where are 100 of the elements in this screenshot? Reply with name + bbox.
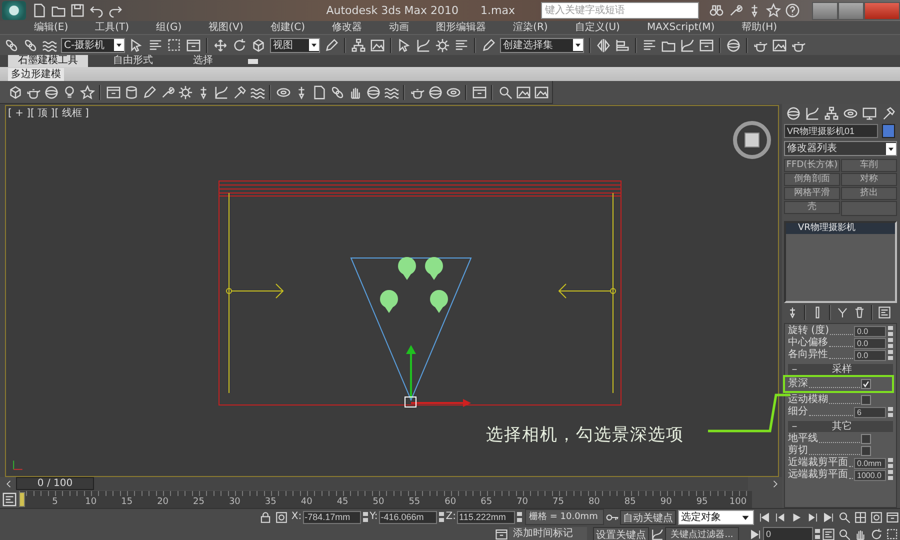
gear-icon[interactable] <box>178 84 192 100</box>
set-key-button[interactable]: 设置关键点 <box>593 526 649 540</box>
value-field[interactable]: 0.0 <box>854 338 886 348</box>
menu-item[interactable]: 视图(V) <box>208 21 244 34</box>
time-slider-thumb[interactable]: 0 / 100 <box>16 477 94 490</box>
crosshair-icon[interactable] <box>870 510 882 524</box>
rotate-icon[interactable] <box>870 528 882 540</box>
object-name-field[interactable]: VR物理摄影机01 <box>784 124 878 138</box>
value-field[interactable]: 0.0mm <box>854 458 886 468</box>
binoculars-icon[interactable] <box>709 3 724 18</box>
maximize-button[interactable] <box>838 2 864 20</box>
list-icon[interactable] <box>148 38 163 52</box>
window-icon[interactable] <box>886 510 898 524</box>
picture-frame-icon[interactable] <box>772 38 787 52</box>
value-field[interactable]: 1000.0 <box>854 470 886 480</box>
menu-item[interactable]: 渲染(R) <box>513 21 548 34</box>
checkbox[interactable] <box>861 446 871 456</box>
fork-icon[interactable] <box>836 306 849 318</box>
sphere-icon[interactable] <box>726 38 741 52</box>
modifier-list-dropdown[interactable]: 修改器列表 <box>784 141 897 156</box>
sphere-icon[interactable] <box>786 106 801 120</box>
modifier-button[interactable]: 倒角剖面 <box>784 173 840 186</box>
ribbon-toggle-button[interactable] <box>248 59 258 64</box>
gear-icon[interactable] <box>435 38 450 52</box>
picture-frame-icon[interactable] <box>516 84 530 100</box>
hammer-icon[interactable] <box>232 84 246 100</box>
move-icon[interactable] <box>213 38 228 52</box>
curve-icon[interactable] <box>650 528 664 540</box>
pointer-icon[interactable] <box>129 38 144 52</box>
cube-icon[interactable] <box>8 84 22 100</box>
coordinate-field[interactable]: -784.17mm <box>302 510 361 524</box>
window-icon[interactable] <box>106 84 120 100</box>
cylinder-icon[interactable] <box>124 84 138 100</box>
hierarchy-icon[interactable] <box>824 106 839 120</box>
modifier-button[interactable]: 挤出 <box>841 187 897 200</box>
hammer-icon[interactable] <box>881 106 896 120</box>
pen-icon[interactable] <box>324 38 339 52</box>
value-field[interactable]: 0.0 <box>854 326 886 336</box>
curve-icon[interactable] <box>805 106 820 120</box>
modifier-button[interactable]: 网格平滑 <box>784 187 840 200</box>
key-filters-button[interactable]: 关键点过滤器... <box>665 526 739 540</box>
value-field[interactable]: 0.0 <box>854 350 886 360</box>
spinner-arrows-icon[interactable] <box>517 512 522 522</box>
ribbon-tab[interactable]: 选择 <box>168 55 238 67</box>
sphere-icon[interactable] <box>366 84 380 100</box>
spinner-arrows-icon[interactable] <box>888 407 893 417</box>
spinner-arrows-icon[interactable] <box>815 529 820 539</box>
dashed-rectangle-icon[interactable] <box>167 38 182 52</box>
curve-icon[interactable] <box>680 38 695 52</box>
frame-field[interactable]: 0 <box>763 526 813 540</box>
window-icon[interactable] <box>472 84 486 100</box>
config-icon[interactable] <box>2 492 17 506</box>
coordinate-field[interactable]: -416.066m <box>378 510 437 524</box>
search-field[interactable]: 键入关键字或短语 <box>541 2 699 19</box>
ribbon-tab[interactable]: 石墨建模工具 <box>8 55 88 67</box>
help-icon[interactable] <box>785 3 800 18</box>
star-icon[interactable] <box>766 3 781 18</box>
config-icon[interactable] <box>822 528 834 540</box>
auto-key-button[interactable]: 自动关键点 <box>620 510 676 524</box>
viewport[interactable]: [ + ][ 顶 ][ 线框 ] 选择相机，勾选景深选项 <box>5 105 779 477</box>
menu-item[interactable]: 图形编辑器 <box>436 21 486 34</box>
link-icon[interactable] <box>4 38 19 52</box>
panel-tab[interactable]: 多边形建模 <box>8 68 64 81</box>
list-icon[interactable] <box>642 38 657 52</box>
stack-item[interactable]: VR物理摄影机 <box>786 223 895 234</box>
window-icon[interactable] <box>494 528 508 540</box>
modifier-button[interactable]: 对称 <box>841 173 897 186</box>
link-icon[interactable] <box>23 38 38 52</box>
checkbox[interactable] <box>861 434 871 444</box>
menu-item[interactable]: 帮助(H) <box>742 21 778 34</box>
star-icon[interactable] <box>80 84 94 100</box>
spinner-arrows-icon[interactable] <box>438 512 444 522</box>
viewport-label[interactable]: [ + ][ 顶 ][ 线框 ] <box>8 106 89 120</box>
checkbox[interactable] <box>861 379 871 389</box>
rotate-icon[interactable] <box>232 38 247 52</box>
modifier-button[interactable]: FFD(长方体) <box>784 159 840 172</box>
document-icon[interactable] <box>32 3 47 18</box>
viewcube-icon[interactable] <box>732 120 772 160</box>
add-time-tag-button[interactable]: 添加时间标记 <box>509 527 587 540</box>
menu-item[interactable]: 动画 <box>389 21 410 34</box>
grid-icon[interactable] <box>854 510 866 524</box>
coordinate-field[interactable]: 115.222mm <box>457 510 515 524</box>
hierarchy-icon[interactable] <box>351 38 366 52</box>
modifier-button[interactable]: 车削 <box>841 159 897 172</box>
skip-end-icon[interactable] <box>822 510 834 524</box>
mirror-icon[interactable] <box>596 38 611 52</box>
config-icon[interactable] <box>878 306 891 318</box>
menu-item[interactable]: 编辑(E) <box>34 21 68 34</box>
time-slider-track[interactable]: 0 / 100 <box>16 477 748 490</box>
curve-icon[interactable] <box>214 84 228 100</box>
timeline-track[interactable]: 5 10 15 20 25 30 35 40 45 50 55 60 65 70 75 80 85 90 95 100 <box>19 490 752 508</box>
menu-item[interactable]: 工具(T) <box>95 21 130 34</box>
document-icon[interactable] <box>312 84 326 100</box>
picture-frame-icon[interactable] <box>370 38 385 52</box>
minimize-button[interactable] <box>812 2 838 20</box>
spinner-arrows-icon[interactable] <box>362 512 368 522</box>
coordinate-dropdown[interactable]: 视图 <box>270 38 320 52</box>
menu-item[interactable]: 自定义(U) <box>574 21 620 34</box>
rollout-header[interactable]: 其它 <box>788 421 893 432</box>
pointer-icon[interactable] <box>397 38 412 52</box>
